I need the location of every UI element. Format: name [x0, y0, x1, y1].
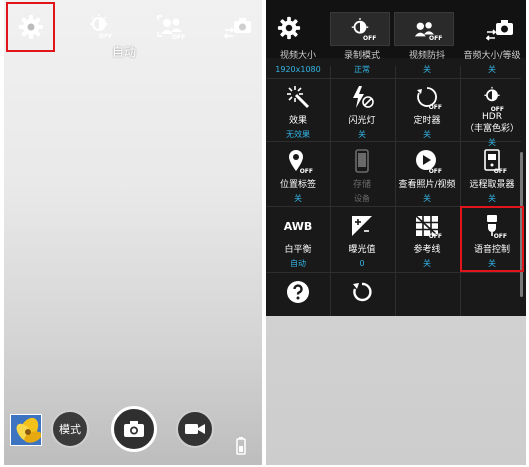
shooting-mode-status: 自动 [112, 45, 137, 59]
divider [266, 272, 521, 273]
face-off-tag: OFF [172, 34, 186, 41]
setting-value: 关 [294, 194, 302, 203]
setting-value: 设备 [354, 194, 370, 203]
effects-icon [287, 86, 310, 109]
gallery-thumbnail[interactable] [10, 414, 42, 446]
setting-video-size[interactable]: 视频大小 1920x1080 [266, 50, 330, 75]
setting-audio[interactable]: 音频大小/等级 关 [460, 50, 524, 75]
setting-label: 效果 [288, 116, 307, 126]
setting-label: 远程取景器 [469, 180, 515, 190]
hdr-off-icon [484, 86, 500, 102]
setting-timer[interactable]: OFF 定时器 关 [395, 80, 459, 140]
setting-value: 正常 [354, 65, 370, 74]
settings-button[interactable] [6, 2, 55, 52]
switch-camera-button[interactable] [222, 12, 256, 44]
shutter-button[interactable] [111, 406, 157, 452]
settings-menu-grid: 视频大小 1920x1080 录制模式 正常 视频防抖 关 音频大小/等级 关 [266, 51, 526, 316]
help-icon [287, 281, 309, 303]
setting-value: 1920x1080 [275, 65, 321, 74]
setting-label: 参考线 [413, 245, 441, 255]
gear-icon [18, 15, 43, 39]
hdr-off-tag: OFF [363, 35, 377, 42]
setting-storage: 存储 设备 [330, 144, 394, 204]
setting-value: 关 [423, 194, 431, 203]
face-detect-button[interactable]: OFF [154, 10, 188, 42]
setting-value: 关 [488, 65, 496, 74]
setting-label: 白平衡 [284, 245, 312, 255]
video-camera-icon [185, 424, 205, 434]
exposure-icon [352, 216, 372, 236]
setting-value: 关 [423, 130, 431, 139]
off-tag: OFF [428, 104, 442, 111]
flash-off-icon [353, 86, 374, 108]
awb-icon: AWB [283, 219, 313, 233]
record-video-button[interactable] [176, 410, 214, 448]
reset-button[interactable] [330, 280, 394, 304]
setting-hdr[interactable]: OFF HDR （丰富色彩） 关 [460, 80, 524, 148]
mode-button-label: 模式 [59, 423, 81, 436]
hdr-toggle-button[interactable]: OFF [82, 10, 116, 42]
gear-icon [277, 16, 301, 40]
setting-value: 0 [359, 259, 365, 268]
setting-value: 关 [488, 194, 496, 203]
off-tag: OFF [490, 106, 504, 113]
setting-white-balance[interactable]: AWB 白平衡 自动 [266, 209, 330, 269]
hdr-off-tag: OFF [99, 33, 113, 40]
setting-recording-mode[interactable]: 录制模式 正常 [330, 50, 394, 75]
setting-label: 定时器 [413, 116, 441, 126]
divider [266, 78, 521, 79]
setting-effects[interactable]: 效果 无效果 [266, 80, 330, 140]
camera-icon [124, 421, 144, 437]
camera-viewfinder: OFF OFF 自动 模式 [4, 0, 262, 465]
reset-icon [353, 282, 372, 302]
setting-guidelines[interactable]: OFF 参考线 关 [395, 209, 459, 269]
hdr-toggle-button[interactable]: OFF [330, 12, 390, 46]
setting-remote-viewfinder[interactable]: OFF 远程取景器 关 [460, 144, 524, 204]
setting-label: 位置标签 [279, 180, 316, 190]
switch-camera-icon [224, 18, 251, 39]
setting-value: 关 [358, 130, 366, 139]
face-off-tag: OFF [429, 35, 443, 42]
mode-button[interactable]: 模式 [51, 410, 89, 448]
setting-value: 关 [423, 259, 431, 268]
setting-review-photos[interactable]: OFF 查看照片/视频 关 [395, 144, 459, 204]
setting-label: 曝光值 [348, 245, 376, 255]
setting-exposure[interactable]: 曝光值 0 [330, 209, 394, 269]
switch-camera-icon [486, 20, 513, 41]
off-tag: OFF [428, 168, 442, 175]
battery-icon [236, 437, 246, 455]
off-tag: OFF [493, 168, 507, 175]
setting-value: 自动 [290, 259, 306, 268]
face-detect-button[interactable]: OFF [394, 12, 454, 46]
help-button[interactable] [266, 280, 330, 304]
off-tag: OFF [428, 233, 442, 240]
screenshot-root: OFF OFF 自动 模式 OFF OFF 视频大小 1920x1080 录制模… [0, 0, 529, 467]
off-tag: OFF [299, 168, 313, 175]
setting-label: 查看照片/视频 [398, 180, 456, 190]
setting-value: 无效果 [286, 130, 310, 139]
storage-icon [355, 149, 369, 173]
setting-video-stabilization[interactable]: 视频防抖 关 [395, 50, 459, 75]
voice-control-highlight [460, 206, 524, 272]
setting-location-tag[interactable]: OFF 位置标签 关 [266, 144, 330, 204]
setting-value: 关 [423, 65, 431, 74]
setting-label: 闪光灯 [348, 116, 376, 126]
battery-indicator [236, 437, 246, 459]
camera-settings-screen: OFF OFF 视频大小 1920x1080 录制模式 正常 视频防抖 关 音频… [266, 0, 526, 465]
flower-image [11, 415, 41, 445]
setting-flash[interactable]: 闪光灯 关 [330, 80, 394, 140]
switch-camera-button[interactable] [484, 14, 518, 46]
setting-label-line2: （丰富色彩） [464, 124, 519, 134]
setting-label: 存储 [352, 180, 371, 190]
settings-button[interactable] [272, 12, 306, 44]
